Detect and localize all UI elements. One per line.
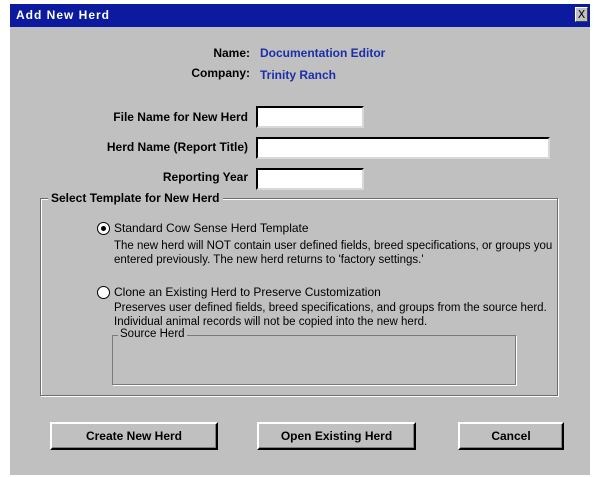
name-label: Name: [213,46,250,60]
company-label: Company: [191,66,250,80]
radio-selected-dot [101,226,106,231]
source-herd-box [112,335,516,385]
reporting-year-label: Reporting Year [162,170,248,184]
herd-name-label: Herd Name (Report Title) [106,140,248,154]
file-name-input[interactable] [256,106,364,128]
open-existing-herd-button[interactable]: Open Existing Herd [257,422,416,450]
close-button[interactable]: X [575,7,588,22]
clone-herd-desc: Preserves user defined fields, breed spe… [114,302,547,328]
window-title: Add New Herd [16,8,111,22]
file-name-label: File Name for New Herd [113,110,248,124]
clone-herd-radio[interactable] [97,286,110,299]
standard-template-label[interactable]: Standard Cow Sense Herd Template [114,221,309,235]
cancel-button[interactable]: Cancel [458,422,564,450]
reporting-year-input[interactable] [256,168,364,190]
source-herd-legend: Source Herd [118,328,187,340]
template-group-legend: Select Template for New Herd [48,191,223,205]
standard-template-radio[interactable] [97,222,110,235]
clone-herd-label[interactable]: Clone an Existing Herd to Preserve Custo… [114,285,381,299]
title-bar[interactable]: Add New Herd X [10,4,590,27]
name-value: Documentation Editor [260,46,386,60]
company-value: Trinity Ranch [260,68,337,82]
herd-name-input[interactable] [256,137,550,159]
create-new-herd-button[interactable]: Create New Herd [50,422,218,450]
standard-template-desc: The new herd will NOT contain user defin… [114,240,553,266]
